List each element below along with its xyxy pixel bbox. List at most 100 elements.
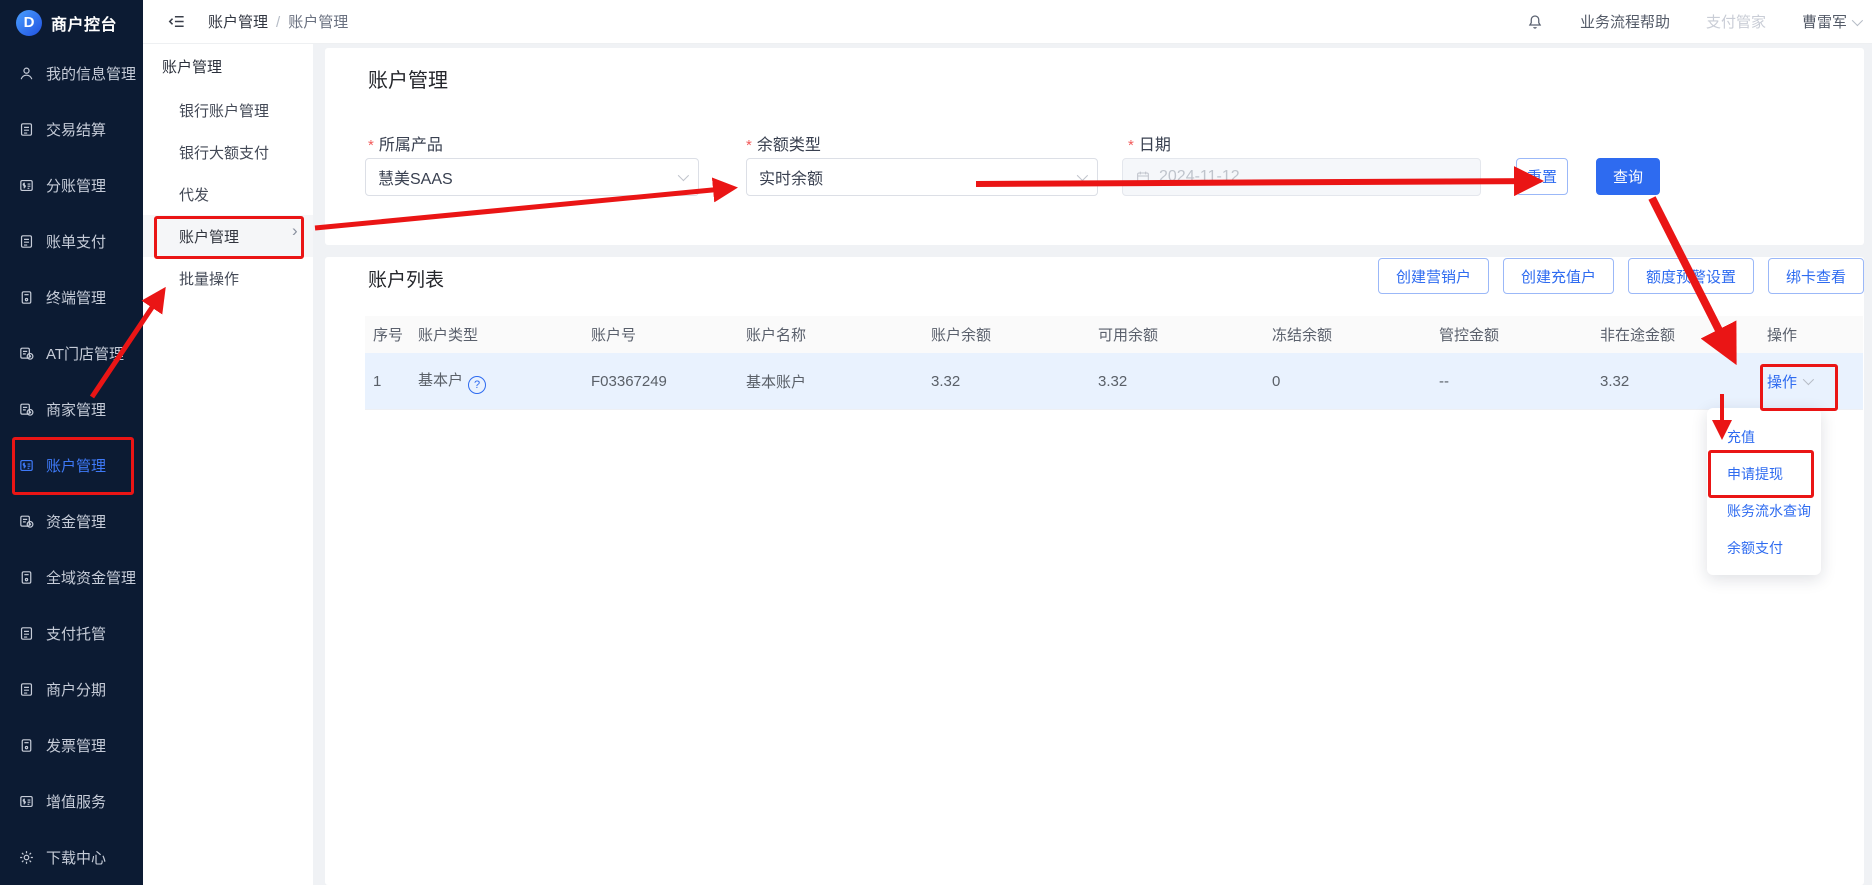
- balance-type-select[interactable]: 实时余额: [746, 158, 1098, 196]
- sidebar-item[interactable]: 交易结算: [0, 101, 143, 157]
- dropdown-menu-item[interactable]: 申请提现: [1707, 455, 1821, 492]
- primary-nav: 我的信息管理 交易结算 分账管理 账单支付: [0, 45, 143, 885]
- sidebar-item[interactable]: 账户管理: [0, 437, 143, 493]
- balance-type-select-value: 实时余额: [759, 165, 823, 189]
- sidebar-item[interactable]: 发票管理: [0, 717, 143, 773]
- list-action-button[interactable]: 额度预警设置: [1628, 258, 1754, 294]
- table-header-cell: 账户号: [583, 324, 738, 345]
- sidebar-item[interactable]: 支付托管: [0, 605, 143, 661]
- sidebar-item[interactable]: 商家管理: [0, 381, 143, 437]
- table-header-cell: 可用余额: [1090, 324, 1264, 345]
- table-header-row: 序号 账户类型 账户号 账户名称 账户余额 可用余额 冻结余额 管控金额 非在途…: [365, 316, 1863, 353]
- required-mark: *: [746, 137, 752, 154]
- sidebar-item-label: 我的信息管理: [46, 63, 136, 84]
- section-title: 账户列表: [368, 265, 444, 292]
- sidebar-item-label: 终端管理: [46, 287, 106, 308]
- query-button[interactable]: 查询: [1596, 158, 1660, 195]
- date-picker[interactable]: 2024-11-12: [1122, 158, 1481, 196]
- sidebar-item[interactable]: 全域资金管理: [0, 549, 143, 605]
- submenu-item[interactable]: 批量操作: [143, 257, 313, 299]
- sidebar-item-label: AT门店管理: [46, 343, 124, 364]
- cell-control: --: [1431, 373, 1592, 390]
- user-icon: [18, 65, 35, 82]
- account-list-card: 账户列表 创建营销户 创建充值户 额度预警设置 绑卡查看 序号 账户类型 账户号: [325, 257, 1864, 885]
- sidebar-item-label: 资金管理: [46, 511, 106, 532]
- list-action-buttons: 创建营销户 创建充值户 额度预警设置 绑卡查看: [1378, 258, 1864, 294]
- gear-icon: [18, 849, 35, 866]
- app-window: D 商户控台 我的信息管理 交易结算 分账管理: [0, 0, 1872, 885]
- required-mark: *: [368, 137, 374, 154]
- sidebar-item[interactable]: 我的信息管理: [0, 45, 143, 101]
- help-icon[interactable]: ?: [468, 376, 486, 394]
- breadcrumb-current: 账户管理: [288, 14, 348, 31]
- sidebar-item-label: 全域资金管理: [46, 567, 136, 588]
- doc-icon: [18, 681, 35, 698]
- store-icon: [18, 513, 35, 530]
- table-header-cell: 操作: [1759, 324, 1863, 345]
- accounts-table: 序号 账户类型 账户号 账户名称 账户余额 可用余额 冻结余额 管控金额 非在途…: [365, 316, 1863, 410]
- brand-logo: D 商户控台: [0, 0, 143, 45]
- sidebar-item-label: 增值服务: [46, 791, 106, 812]
- sidebar-item[interactable]: 下载中心: [0, 829, 143, 885]
- date-label: *日期: [1128, 131, 1171, 155]
- list-action-button[interactable]: 绑卡查看: [1768, 258, 1864, 294]
- sidebar-item[interactable]: 分账管理: [0, 157, 143, 213]
- submenu-item[interactable]: 账户管理: [143, 215, 313, 257]
- collapse-menu-icon[interactable]: [167, 12, 186, 31]
- sidebar-item-label: 账单支付: [46, 231, 106, 252]
- assistant-link[interactable]: 支付管家: [1706, 11, 1766, 32]
- sidebar-item[interactable]: 账单支付: [0, 213, 143, 269]
- user-menu[interactable]: 曹雷军: [1802, 11, 1860, 32]
- terminal-icon: [18, 289, 35, 306]
- submenu-item[interactable]: 银行账户管理: [143, 89, 313, 131]
- sidebar-item-label: 账户管理: [46, 455, 106, 476]
- reset-button[interactable]: 重置: [1516, 158, 1568, 195]
- list-action-button[interactable]: 创建充值户: [1503, 258, 1614, 294]
- chevron-down-icon: [678, 170, 689, 181]
- dropdown-menu-item[interactable]: 充值: [1707, 418, 1821, 455]
- app-title: 商户控台: [51, 11, 117, 35]
- chevron-down-icon: [1077, 170, 1088, 181]
- row-action-link[interactable]: 操作: [1767, 371, 1811, 392]
- table-row[interactable]: 1 基本户? F03367249 基本账户 3.32 3.32 0 -- 3.3…: [365, 353, 1863, 410]
- list-action-button[interactable]: 创建营销户: [1378, 258, 1489, 294]
- breadcrumb-separator: /: [276, 14, 280, 31]
- doc-icon: [18, 625, 35, 642]
- cell-seq: 1: [365, 373, 410, 390]
- sidebar-item[interactable]: 资金管理: [0, 493, 143, 549]
- chevron-down-icon: [1803, 374, 1814, 385]
- logo-icon: D: [16, 10, 42, 36]
- sidebar-item[interactable]: 增值服务: [0, 773, 143, 829]
- cell-balance: 3.32: [923, 373, 1090, 390]
- notification-bell-icon[interactable]: [1526, 13, 1544, 31]
- row-action-dropdown: 充值 申请提现 账务流水查询 余额支付: [1707, 408, 1821, 575]
- submenu-item-label: 批量操作: [179, 268, 239, 289]
- submenu-item-label: 账户管理: [179, 226, 239, 247]
- sidebar-item-label: 交易结算: [46, 119, 106, 140]
- submenu-item-label: 银行账户管理: [179, 100, 269, 121]
- submenu-item[interactable]: 银行大额支付: [143, 131, 313, 173]
- product-select[interactable]: 慧美SAAS: [365, 158, 699, 196]
- sidebar-item[interactable]: 商户分期: [0, 661, 143, 717]
- sidebar-item[interactable]: AT门店管理: [0, 325, 143, 381]
- primary-sidebar: D 商户控台 我的信息管理 交易结算 分账管理: [0, 0, 143, 885]
- balance-type-label: *余额类型: [746, 131, 821, 155]
- table-header-cell: 账户类型: [410, 324, 583, 345]
- sidebar-item[interactable]: 终端管理: [0, 269, 143, 325]
- submenu-expand-icon[interactable]: ›: [292, 221, 298, 241]
- store-icon: [18, 401, 35, 418]
- topbar-right: 业务流程帮助 支付管家 曹雷军: [1526, 11, 1872, 32]
- submenu-item[interactable]: 代发: [143, 173, 313, 215]
- doc-icon: [18, 233, 35, 250]
- calendar-icon: [1135, 169, 1151, 185]
- store-icon: [18, 345, 35, 362]
- dropdown-menu-item[interactable]: 账务流水查询: [1707, 492, 1821, 529]
- secondary-sidebar: 账户管理 银行账户管理 银行大额支付 代发 账户管理: [143, 43, 313, 885]
- dropdown-menu-item[interactable]: 余额支付: [1707, 529, 1821, 566]
- cell-account-type: 基本户?: [410, 369, 583, 394]
- help-link[interactable]: 业务流程帮助: [1580, 11, 1670, 32]
- product-select-value: 慧美SAAS: [378, 165, 453, 189]
- breadcrumb: 账户管理 / 账户管理: [208, 11, 348, 32]
- breadcrumb-item[interactable]: 账户管理: [208, 14, 268, 31]
- submenu-item-label: 代发: [179, 184, 209, 205]
